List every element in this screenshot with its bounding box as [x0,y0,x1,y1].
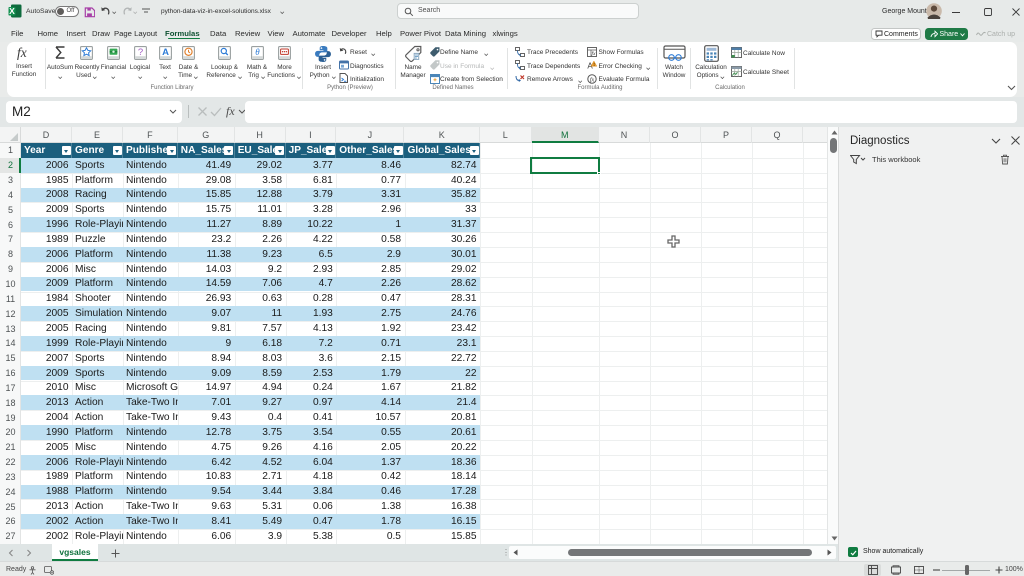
svg-text:X: X [9,6,15,16]
svg-text:?: ? [138,47,143,58]
svg-text:fx: fx [17,45,27,60]
svg-text:fx: fx [590,76,595,83]
svg-text:A: A [162,47,169,58]
svg-text:fx: fx [592,50,597,57]
svg-text:fx: fx [226,104,235,118]
svg-text:θ: θ [255,47,260,57]
